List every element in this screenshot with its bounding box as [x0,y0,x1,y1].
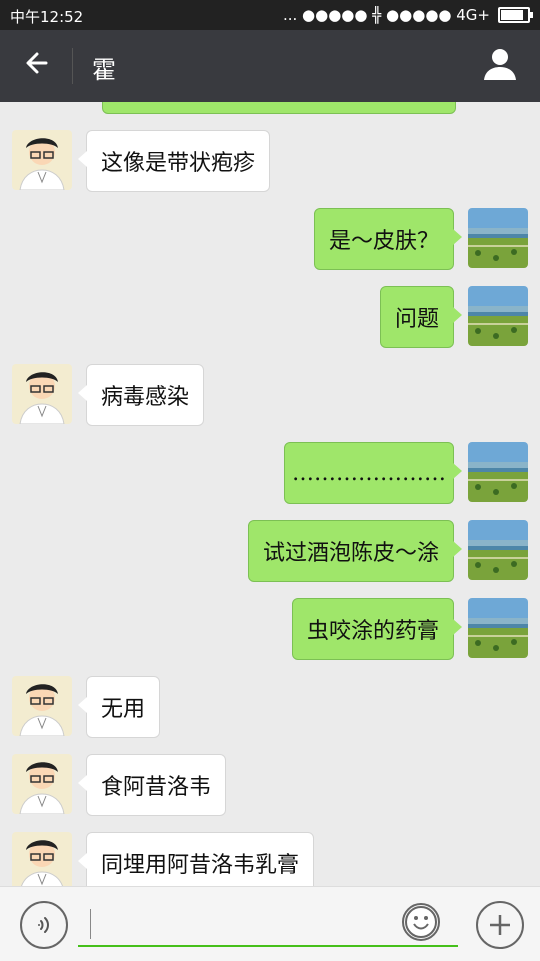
message-row: 无用 [0,676,540,738]
status-bar: 中午12:52 ... ●●●●● ╬ ●●●●● 4G+ [0,0,540,30]
landscape-avatar[interactable] [468,520,528,580]
received-bubble[interactable]: 病毒感染 [77,364,205,426]
message-row: 是～皮肤？ [0,208,540,270]
landscape-avatar[interactable] [468,286,528,346]
battery-level [501,10,523,20]
text-cursor [90,909,91,939]
received-bubble[interactable]: 同埋用阿昔洛韦乳膏 [77,832,315,886]
landscape-avatar[interactable] [468,442,528,502]
sent-bubble[interactable]: ………………… [284,442,462,504]
message-row: 这像是带状疱疹 [0,130,540,192]
emoji-icon[interactable] [402,903,440,941]
message-row: ………………… [0,442,540,504]
doctor-avatar[interactable] [12,676,72,736]
received-bubble[interactable]: 无用 [77,676,161,738]
received-bubble[interactable]: 食阿昔洛韦 [77,754,227,816]
person-icon[interactable] [480,44,520,84]
message-composer [0,886,540,961]
message-row: 同埋用阿昔洛韦乳膏 [0,832,540,886]
received-bubble[interactable]: 这像是带状疱疹 [77,130,271,192]
header-divider [72,48,73,84]
voice-icon[interactable] [20,901,68,949]
landscape-avatar[interactable] [468,208,528,268]
sent-bubble[interactable]: 试过酒泡陈皮～涂 [247,520,463,582]
battery-icon [498,7,533,23]
message-row: 虫咬涂的药膏 [0,598,540,660]
plus-icon[interactable] [476,901,524,949]
doctor-avatar[interactable] [12,130,72,190]
sent-bubble[interactable]: 虫咬涂的药膏 [291,598,463,660]
landscape-avatar[interactable] [468,598,528,658]
chat-area[interactable]: 这像是带状疱疹 是～皮肤？ 问题 病毒感染 ………………… 试过酒泡陈皮～涂 虫… [0,102,540,886]
sent-bubble[interactable]: 问题 [379,286,463,348]
message-input[interactable] [78,905,458,947]
message-row: 问题 [0,286,540,348]
doctor-avatar[interactable] [12,832,72,886]
sent-bubble[interactable]: 是～皮肤？ [313,208,463,270]
partial-sent-bubble [102,102,456,114]
message-row: 试过酒泡陈皮～涂 [0,520,540,582]
chat-header: 霍 [0,30,540,102]
status-time: 中午12:52 [10,8,84,26]
message-row: 食阿昔洛韦 [0,754,540,816]
arrow-left-icon[interactable] [22,48,52,78]
message-row: 病毒感染 [0,364,540,426]
signal-indicators: ... ●●●●● ╬ ●●●●● 4G+ [282,6,490,24]
doctor-avatar[interactable] [12,754,72,814]
doctor-avatar[interactable] [12,364,72,424]
chat-title: 霍 [92,56,116,84]
